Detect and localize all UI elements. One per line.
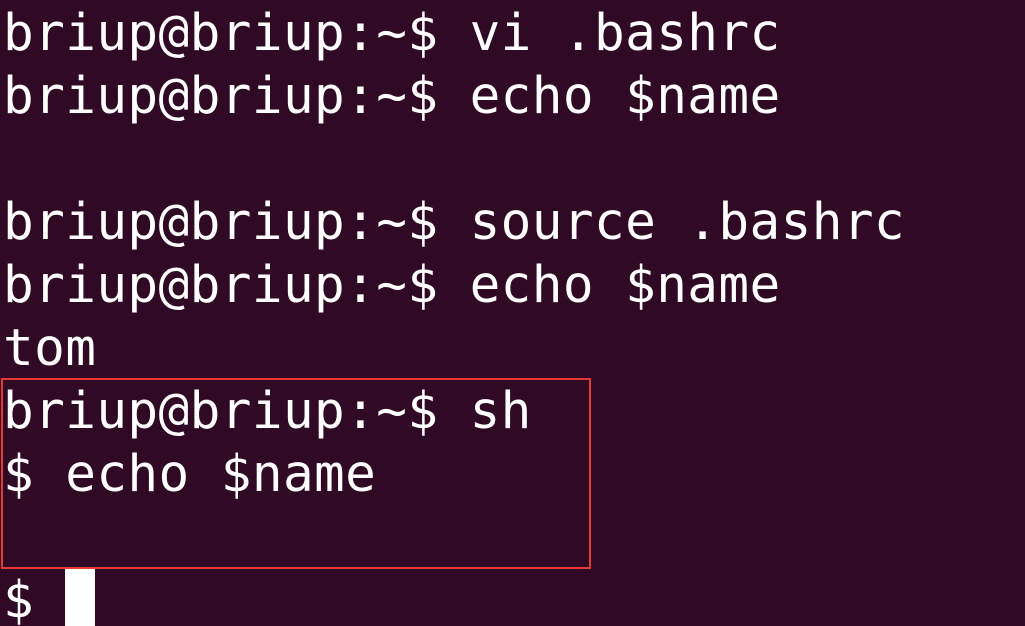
terminal-line: briup@briup:~$ echo $name — [3, 67, 781, 126]
terminal-line: briup@briup:~$ source .bashrc — [3, 193, 906, 252]
text-cursor — [65, 567, 96, 626]
terminal-window[interactable]: briup@briup:~$ vi .bashrc briup@briup:~$… — [0, 0, 1025, 626]
terminal-output-line: tom — [3, 319, 97, 378]
terminal-line: briup@briup:~$ echo $name — [3, 256, 781, 315]
terminal-line: briup@briup:~$ vi .bashrc — [3, 4, 781, 63]
highlight-box — [1, 378, 591, 569]
terminal-input-line[interactable]: $ — [3, 567, 96, 626]
shell-prompt: $ — [3, 571, 66, 626]
